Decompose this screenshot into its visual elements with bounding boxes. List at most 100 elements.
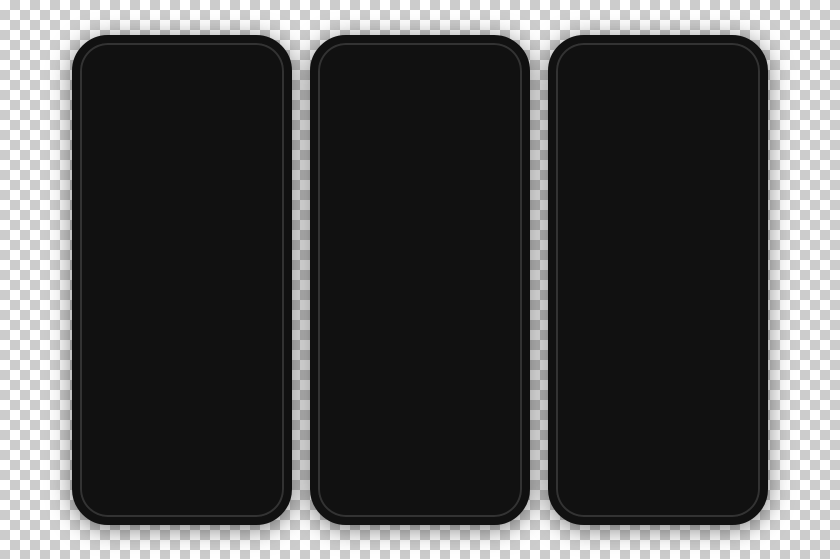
nav-back-2[interactable]: ◁: [360, 496, 369, 510]
result-item-2[interactable]: 👤 airjrdn Jordan Springstroh +: [318, 217, 522, 270]
key-l[interactable]: l: [495, 419, 513, 439]
back-arrow-3[interactable]: ←: [568, 67, 582, 84]
info-icon-3[interactable]: i: [730, 67, 748, 85]
modal-avatar-area: 👤: [556, 294, 760, 364]
battery-icon-3: ▮: [744, 49, 748, 57]
result-add-2[interactable]: +: [490, 233, 510, 253]
add-crush-circle[interactable]: +: [94, 183, 156, 245]
key-s[interactable]: s: [348, 419, 366, 439]
screen-subtitle-1: Choose crushes from your Facebook friend…: [80, 121, 284, 179]
result-item-1[interactable]: 👤 jordan_felix Jordan Felix +: [318, 164, 522, 217]
result-avatar-4: 👤: [330, 331, 366, 367]
key-row-1: q w e r t y u i o p: [320, 396, 520, 416]
nav-home-2[interactable]: ⬤: [412, 496, 425, 510]
not-now-button[interactable]: Not Now: [572, 444, 655, 477]
wifi-icon-3: ▲: [734, 49, 741, 57]
key-g[interactable]: g: [411, 419, 429, 439]
nav-recent-3[interactable]: ▭: [707, 496, 718, 510]
key-row-4: ?123 , . ↵: [320, 465, 520, 487]
key-q[interactable]: q: [320, 396, 337, 416]
nav-back-3[interactable]: ◁: [598, 496, 607, 510]
keyboard: q w e r t y u i o p a s d f g h: [318, 392, 522, 489]
result-add-4[interactable]: +: [490, 339, 510, 359]
phone-2-content: 2:04 ▐▐▐ ▲ ▮ 🔍 Jord Cancel If an Instagr…: [318, 43, 522, 517]
result-info-3: jordie Jordie Max: [376, 284, 480, 307]
modal-avatar: 👤: [623, 294, 693, 344]
add-crush-circle-3[interactable]: +: [570, 185, 632, 247]
phone-3-content: 2:04 ▐▐▐ ▲ ▮ ← i Secret Crush Choose cru…: [556, 43, 760, 517]
screen-subtitle-3: Choose crushes from your Facebook friend…: [556, 123, 760, 181]
info-icon-1[interactable]: i: [254, 65, 272, 83]
status-time-2: 2:04: [330, 48, 348, 58]
key-p[interactable]: p: [503, 396, 520, 416]
key-x[interactable]: x: [370, 442, 388, 462]
empty-circle-7: [94, 399, 156, 461]
key-o[interactable]: o: [482, 396, 499, 416]
result-add-3[interactable]: +: [490, 286, 510, 306]
result-info-2: airjrdn Jordan Springstroh: [376, 231, 480, 254]
key-k[interactable]: k: [474, 419, 492, 439]
signal-icon-2: ▐▐▐: [478, 49, 493, 57]
empty-circle-6: [166, 327, 228, 389]
status-bar-3: 2:04 ▐▐▐ ▲ ▮: [556, 43, 760, 63]
key-j[interactable]: j: [453, 419, 471, 439]
phone-1-content: 2:04 ▐▐▐ ▲ ▮ ← i Secret Crush Choose cru…: [80, 43, 284, 517]
result-username-2: airjrdn: [376, 231, 480, 244]
key-c[interactable]: c: [390, 442, 408, 462]
phone-2: 2:04 ▐▐▐ ▲ ▮ 🔍 Jord Cancel If an Instagr…: [310, 35, 530, 525]
key-y[interactable]: y: [422, 396, 439, 416]
result-info-4: mo_mo Jordon Momo: [376, 337, 480, 360]
empty-circle-5: [94, 327, 156, 389]
search-cancel-btn[interactable]: Cancel: [478, 72, 512, 85]
key-n[interactable]: n: [453, 442, 471, 462]
search-header: 🔍 Jord Cancel: [318, 63, 522, 100]
status-time-3: 2:04: [568, 48, 586, 58]
back-arrow-1[interactable]: ←: [92, 65, 106, 82]
nav-home-3[interactable]: ⬤: [650, 496, 663, 510]
key-period[interactable]: .: [468, 465, 486, 485]
empty-circle-9: [94, 471, 156, 517]
search-icon: 🔍: [338, 73, 350, 84]
key-z[interactable]: z: [349, 442, 367, 462]
key-i[interactable]: i: [462, 396, 479, 416]
result-username-3: jordie: [376, 284, 480, 297]
search-box[interactable]: 🔍 Jord: [328, 67, 470, 90]
key-enter[interactable]: ↵: [489, 465, 515, 485]
nav-recent-2[interactable]: ▭: [469, 496, 480, 510]
search-input[interactable]: Jord: [356, 72, 460, 85]
go-to-chat-button[interactable]: Go to Chat: [663, 444, 744, 477]
status-time-1: 2:04: [92, 47, 110, 57]
key-d[interactable]: d: [369, 419, 387, 439]
key-f[interactable]: f: [390, 419, 408, 439]
key-shift[interactable]: ⇧: [320, 442, 346, 462]
modal-buttons: Not Now Go to Chat: [572, 444, 744, 477]
key-e[interactable]: e: [361, 396, 378, 416]
phone-3: 2:04 ▐▐▐ ▲ ▮ ← i Secret Crush Choose cru…: [548, 35, 768, 525]
result-avatar-2: 👤: [330, 225, 366, 261]
key-a[interactable]: a: [327, 419, 345, 439]
result-item-3[interactable]: 👤 jordie Jordie Max +: [318, 270, 522, 323]
result-avatar-1: 👤: [330, 172, 366, 208]
key-num[interactable]: ?123: [325, 465, 351, 485]
empty-circle-3: [94, 255, 156, 317]
screen-title-1: Secret Crush: [80, 85, 284, 121]
crush-photo-1: 👤: [642, 185, 704, 247]
result-item-4[interactable]: 👤 mo_mo Jordon Momo +: [318, 323, 522, 376]
key-t[interactable]: t: [401, 396, 418, 416]
key-row-2: a s d f g h j k l: [320, 419, 520, 439]
result-info-1: jordan_felix Jordan Felix: [376, 178, 480, 201]
key-r[interactable]: r: [381, 396, 398, 416]
key-h[interactable]: h: [432, 419, 450, 439]
empty-circle-2: [166, 183, 228, 245]
key-u[interactable]: u: [442, 396, 459, 416]
app-header-1: ← i: [80, 61, 284, 85]
key-comma[interactable]: ,: [354, 465, 372, 485]
key-m[interactable]: m: [473, 442, 491, 462]
key-space[interactable]: [375, 465, 465, 485]
status-icons-3: ▐▐▐ ▲ ▮: [716, 49, 748, 57]
key-b[interactable]: b: [432, 442, 450, 462]
key-w[interactable]: w: [340, 396, 357, 416]
key-delete[interactable]: ⌫: [494, 442, 520, 462]
key-v[interactable]: v: [411, 442, 429, 462]
result-add-1[interactable]: +: [490, 180, 510, 200]
